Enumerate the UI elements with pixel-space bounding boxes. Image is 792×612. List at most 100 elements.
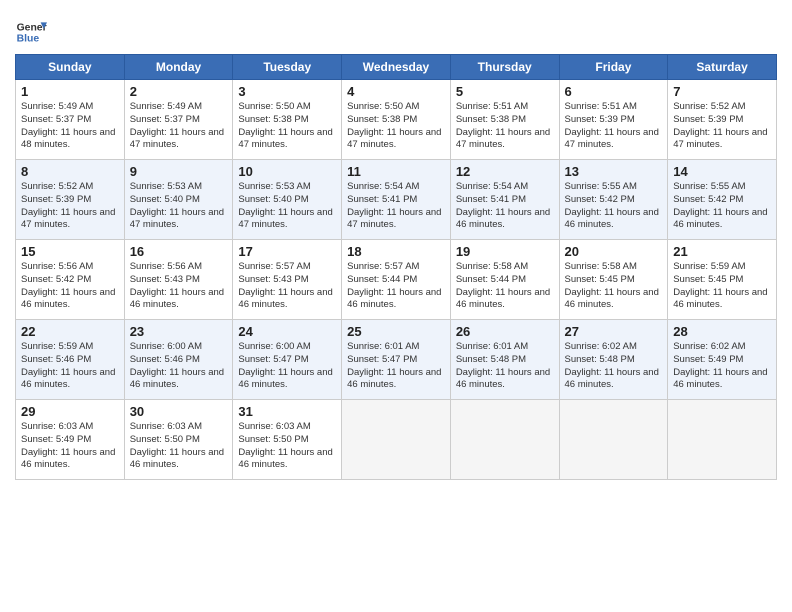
calendar-week-1: 1 Sunrise: 5:49 AMSunset: 5:37 PMDaylight… <box>16 80 777 160</box>
logo: General Blue <box>15 16 51 48</box>
day-info: Sunrise: 5:57 AMSunset: 5:43 PMDaylight:… <box>238 261 332 310</box>
day-info: Sunrise: 6:02 AMSunset: 5:49 PMDaylight:… <box>673 341 767 390</box>
day-info: Sunrise: 5:54 AMSunset: 5:41 PMDaylight:… <box>347 181 441 230</box>
logo-icon: General Blue <box>15 16 47 48</box>
day-number: 9 <box>130 164 228 179</box>
empty-cell <box>342 400 451 480</box>
day-number: 31 <box>238 404 336 419</box>
day-info: Sunrise: 5:58 AMSunset: 5:45 PMDaylight:… <box>565 261 659 310</box>
day-number: 20 <box>565 244 663 259</box>
day-number: 25 <box>347 324 445 339</box>
day-number: 22 <box>21 324 119 339</box>
day-number: 8 <box>21 164 119 179</box>
day-info: Sunrise: 5:55 AMSunset: 5:42 PMDaylight:… <box>673 181 767 230</box>
day-cell-5: 5Sunrise: 5:51 AMSunset: 5:38 PMDaylight… <box>450 80 559 160</box>
day-info: Sunrise: 5:59 AMSunset: 5:45 PMDaylight:… <box>673 261 767 310</box>
day-cell-18: 18 Sunrise: 5:57 AMSunset: 5:44 PMDayligh… <box>342 240 451 320</box>
day-number: 16 <box>130 244 228 259</box>
day-header-monday: Monday <box>124 55 233 80</box>
calendar-table: SundayMondayTuesdayWednesdayThursdayFrid… <box>15 54 777 480</box>
day-number: 5 <box>456 84 554 99</box>
day-number: 1 <box>21 84 119 99</box>
day-cell-7: 7Sunrise: 5:52 AMSunset: 5:39 PMDaylight… <box>668 80 777 160</box>
day-number: 3 <box>238 84 336 99</box>
day-header-tuesday: Tuesday <box>233 55 342 80</box>
day-cell-16: 16 Sunrise: 5:56 AMSunset: 5:43 PMDayligh… <box>124 240 233 320</box>
day-info: Sunrise: 5:56 AMSunset: 5:43 PMDaylight:… <box>130 261 224 310</box>
day-info: Sunrise: 6:01 AMSunset: 5:47 PMDaylight:… <box>347 341 441 390</box>
day-number: 4 <box>347 84 445 99</box>
day-info: Sunrise: 5:53 AMSunset: 5:40 PMDaylight:… <box>238 181 332 230</box>
day-info: Sunrise: 6:00 AMSunset: 5:47 PMDaylight:… <box>238 341 332 390</box>
day-cell-30: 30 Sunrise: 6:03 AMSunset: 5:50 PMDayligh… <box>124 400 233 480</box>
day-header-friday: Friday <box>559 55 668 80</box>
empty-cell <box>450 400 559 480</box>
day-cell-12: 12Sunrise: 5:54 AMSunset: 5:41 PMDayligh… <box>450 160 559 240</box>
day-number: 17 <box>238 244 336 259</box>
day-number: 7 <box>673 84 771 99</box>
day-info: Sunrise: 5:59 AMSunset: 5:46 PMDaylight:… <box>21 341 115 390</box>
empty-cell <box>668 400 777 480</box>
day-number: 18 <box>347 244 445 259</box>
day-number: 19 <box>456 244 554 259</box>
day-cell-11: 11 Sunrise: 5:54 AMSunset: 5:41 PMDayligh… <box>342 160 451 240</box>
day-cell-27: 27 Sunrise: 6:02 AMSunset: 5:48 PMDayligh… <box>559 320 668 400</box>
day-cell-13: 13 Sunrise: 5:55 AMSunset: 5:42 PMDayligh… <box>559 160 668 240</box>
day-cell-21: 21 Sunrise: 5:59 AMSunset: 5:45 PMDayligh… <box>668 240 777 320</box>
day-number: 27 <box>565 324 663 339</box>
day-number: 26 <box>456 324 554 339</box>
day-cell-3: 3 Sunrise: 5:50 AMSunset: 5:38 PMDaylight… <box>233 80 342 160</box>
day-number: 23 <box>130 324 228 339</box>
day-number: 24 <box>238 324 336 339</box>
day-info: Sunrise: 5:49 AMSunset: 5:37 PMDaylight:… <box>21 101 115 150</box>
day-info: Sunrise: 5:54 AMSunset: 5:41 PMDaylight:… <box>456 181 550 230</box>
day-info: Sunrise: 6:01 AMSunset: 5:48 PMDaylight:… <box>456 341 550 390</box>
day-number: 21 <box>673 244 771 259</box>
day-cell-6: 6Sunrise: 5:51 AMSunset: 5:39 PMDaylight… <box>559 80 668 160</box>
day-cell-15: 15Sunrise: 5:56 AMSunset: 5:42 PMDayligh… <box>16 240 125 320</box>
day-number: 13 <box>565 164 663 179</box>
day-info: Sunrise: 6:03 AMSunset: 5:50 PMDaylight:… <box>130 421 224 470</box>
day-number: 29 <box>21 404 119 419</box>
day-info: Sunrise: 5:58 AMSunset: 5:44 PMDaylight:… <box>456 261 550 310</box>
day-cell-22: 22 Sunrise: 5:59 AMSunset: 5:46 PMDayligh… <box>16 320 125 400</box>
day-cell-17: 17 Sunrise: 5:57 AMSunset: 5:43 PMDayligh… <box>233 240 342 320</box>
day-cell-20: 20 Sunrise: 5:58 AMSunset: 5:45 PMDayligh… <box>559 240 668 320</box>
day-info: Sunrise: 6:00 AMSunset: 5:46 PMDaylight:… <box>130 341 224 390</box>
day-cell-4: 4Sunrise: 5:50 AMSunset: 5:38 PMDaylight… <box>342 80 451 160</box>
day-number: 2 <box>130 84 228 99</box>
day-cell-8: 8 Sunrise: 5:52 AMSunset: 5:39 PMDaylight… <box>16 160 125 240</box>
calendar-header-row: SundayMondayTuesdayWednesdayThursdayFrid… <box>16 55 777 80</box>
day-number: 15 <box>21 244 119 259</box>
day-info: Sunrise: 5:57 AMSunset: 5:44 PMDaylight:… <box>347 261 441 310</box>
day-cell-24: 24 Sunrise: 6:00 AMSunset: 5:47 PMDayligh… <box>233 320 342 400</box>
day-number: 10 <box>238 164 336 179</box>
day-cell-19: 19 Sunrise: 5:58 AMSunset: 5:44 PMDayligh… <box>450 240 559 320</box>
day-number: 11 <box>347 164 445 179</box>
day-info: Sunrise: 6:03 AMSunset: 5:50 PMDaylight:… <box>238 421 332 470</box>
header: General Blue <box>15 10 777 48</box>
day-header-wednesday: Wednesday <box>342 55 451 80</box>
calendar-week-5: 29 Sunrise: 6:03 AMSunset: 5:49 PMDayligh… <box>16 400 777 480</box>
day-number: 30 <box>130 404 228 419</box>
day-info: Sunrise: 6:02 AMSunset: 5:48 PMDaylight:… <box>565 341 659 390</box>
day-cell-10: 10 Sunrise: 5:53 AMSunset: 5:40 PMDayligh… <box>233 160 342 240</box>
day-info: Sunrise: 5:51 AMSunset: 5:39 PMDaylight:… <box>565 101 659 150</box>
day-info: Sunrise: 5:49 AMSunset: 5:37 PMDaylight:… <box>130 101 224 150</box>
svg-text:Blue: Blue <box>17 34 40 45</box>
day-info: Sunrise: 6:03 AMSunset: 5:49 PMDaylight:… <box>21 421 115 470</box>
day-cell-14: 14Sunrise: 5:55 AMSunset: 5:42 PMDayligh… <box>668 160 777 240</box>
day-cell-29: 29 Sunrise: 6:03 AMSunset: 5:49 PMDayligh… <box>16 400 125 480</box>
day-cell-31: 31 Sunrise: 6:03 AMSunset: 5:50 PMDayligh… <box>233 400 342 480</box>
day-info: Sunrise: 5:55 AMSunset: 5:42 PMDaylight:… <box>565 181 659 230</box>
calendar-week-3: 15Sunrise: 5:56 AMSunset: 5:42 PMDayligh… <box>16 240 777 320</box>
day-cell-1: 1 Sunrise: 5:49 AMSunset: 5:37 PMDaylight… <box>16 80 125 160</box>
day-info: Sunrise: 5:50 AMSunset: 5:38 PMDaylight:… <box>238 101 332 150</box>
day-info: Sunrise: 5:52 AMSunset: 5:39 PMDaylight:… <box>21 181 115 230</box>
day-cell-28: 28 Sunrise: 6:02 AMSunset: 5:49 PMDayligh… <box>668 320 777 400</box>
day-cell-2: 2 Sunrise: 5:49 AMSunset: 5:37 PMDaylight… <box>124 80 233 160</box>
calendar-week-2: 8 Sunrise: 5:52 AMSunset: 5:39 PMDaylight… <box>16 160 777 240</box>
day-header-thursday: Thursday <box>450 55 559 80</box>
day-header-sunday: Sunday <box>16 55 125 80</box>
day-number: 28 <box>673 324 771 339</box>
